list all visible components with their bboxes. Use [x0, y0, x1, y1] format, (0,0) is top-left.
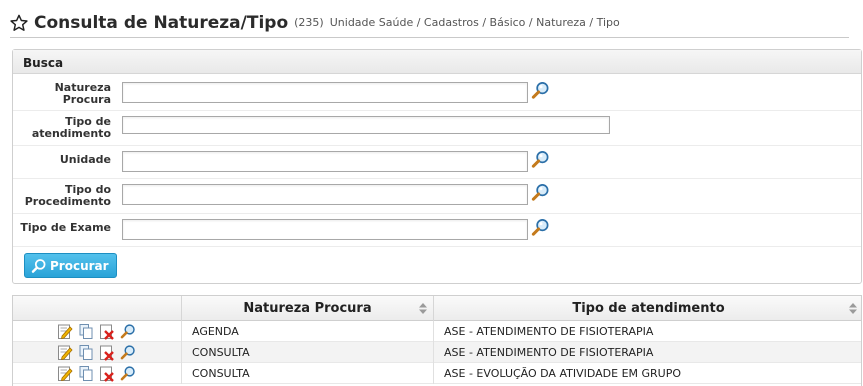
search-button-label: Procurar	[50, 258, 109, 273]
row-actions	[57, 365, 136, 382]
view-icon[interactable]	[120, 323, 136, 340]
search-panel-title: Busca	[13, 50, 861, 74]
form-row-unidade: Unidade	[13, 146, 861, 179]
row-actions	[57, 323, 136, 340]
copy-icon[interactable]	[78, 323, 94, 340]
column-header-natureza[interactable]: Natureza Procura	[181, 296, 433, 321]
cell-natureza: CONSULTA	[181, 363, 433, 384]
delete-icon[interactable]	[99, 344, 115, 361]
copy-icon[interactable]	[78, 344, 94, 361]
form-row-tipo-atendimento: Tipo de atendimento	[13, 111, 861, 146]
cell-tipo: ASE - EVOLUÇÃO DA ATIVIDADE EM GRUPO	[433, 363, 861, 384]
search-panel: Busca Natureza Procura Tipo de atendimen…	[12, 49, 862, 284]
delete-icon[interactable]	[99, 365, 115, 382]
breadcrumb: Unidade Saúde / Cadastros / Básico / Nat…	[329, 16, 620, 29]
natureza-input[interactable]	[122, 82, 528, 103]
table-header: Natureza Procura Tipo de atendimento	[13, 296, 861, 321]
tipo-procedimento-lookup-icon[interactable]	[531, 183, 550, 202]
edit-icon[interactable]	[57, 344, 73, 361]
view-icon[interactable]	[120, 365, 136, 382]
column-header-tipo-label: Tipo de atendimento	[572, 301, 725, 316]
tipo-exame-input[interactable]	[122, 219, 528, 240]
row-actions	[57, 344, 136, 361]
tipo-exame-label: Tipo de Exame	[20, 221, 111, 234]
view-icon[interactable]	[120, 344, 136, 361]
column-header-tipo[interactable]: Tipo de atendimento	[433, 296, 861, 321]
cell-natureza: CONSULTA	[181, 342, 433, 363]
search-button[interactable]: Procurar	[24, 253, 117, 278]
table-row: CONSULTA ASE - ATENDIMENTO DE FISIOTERAP…	[13, 342, 861, 363]
natureza-lookup-icon[interactable]	[531, 81, 550, 100]
natureza-label: Natureza Procura	[54, 81, 111, 106]
tipo-procedimento-label: Tipo do Procedimento	[24, 183, 111, 208]
tipo-exame-lookup-icon[interactable]	[531, 218, 550, 237]
actions-column-header	[13, 296, 181, 321]
form-row-tipo-procedimento: Tipo do Procedimento	[13, 179, 861, 214]
edit-icon[interactable]	[57, 323, 73, 340]
unidade-input[interactable]	[122, 151, 528, 172]
tipo-atendimento-label: Tipo de atendimento	[31, 115, 111, 140]
form-row-natureza: Natureza Procura	[13, 76, 861, 111]
unidade-lookup-icon[interactable]	[531, 150, 550, 169]
page-title: Consulta de Natureza/Tipo	[34, 12, 289, 33]
tipo-procedimento-input[interactable]	[122, 184, 528, 205]
star-icon[interactable]	[10, 14, 28, 32]
page-header: Consulta de Natureza/Tipo (235) Unidade …	[10, 8, 849, 38]
column-header-natureza-label: Natureza Procura	[243, 301, 372, 316]
tipo-atendimento-input[interactable]	[122, 116, 610, 134]
cell-tipo: ASE - ATENDIMENTO DE FISIOTERAPIA	[433, 342, 861, 363]
table-row: AGENDA ASE - ATENDIMENTO DE FISIOTERAPIA	[13, 321, 861, 342]
cell-tipo: ASE - ATENDIMENTO DE FISIOTERAPIA	[433, 321, 861, 342]
unidade-label: Unidade	[59, 153, 111, 166]
sort-icon[interactable]	[849, 303, 857, 314]
table-row: CONSULTA ASE - EVOLUÇÃO DA ATIVIDADE EM …	[13, 363, 861, 384]
cell-natureza: AGENDA	[181, 321, 433, 342]
form-row-tipo-exame: Tipo de Exame	[13, 214, 861, 247]
delete-icon[interactable]	[99, 323, 115, 340]
search-icon	[31, 258, 46, 273]
sort-icon[interactable]	[419, 303, 427, 314]
results-table: Natureza Procura Tipo de atendimento AGE…	[12, 295, 862, 386]
edit-icon[interactable]	[57, 365, 73, 382]
record-count: (235)	[294, 16, 324, 29]
copy-icon[interactable]	[78, 365, 94, 382]
